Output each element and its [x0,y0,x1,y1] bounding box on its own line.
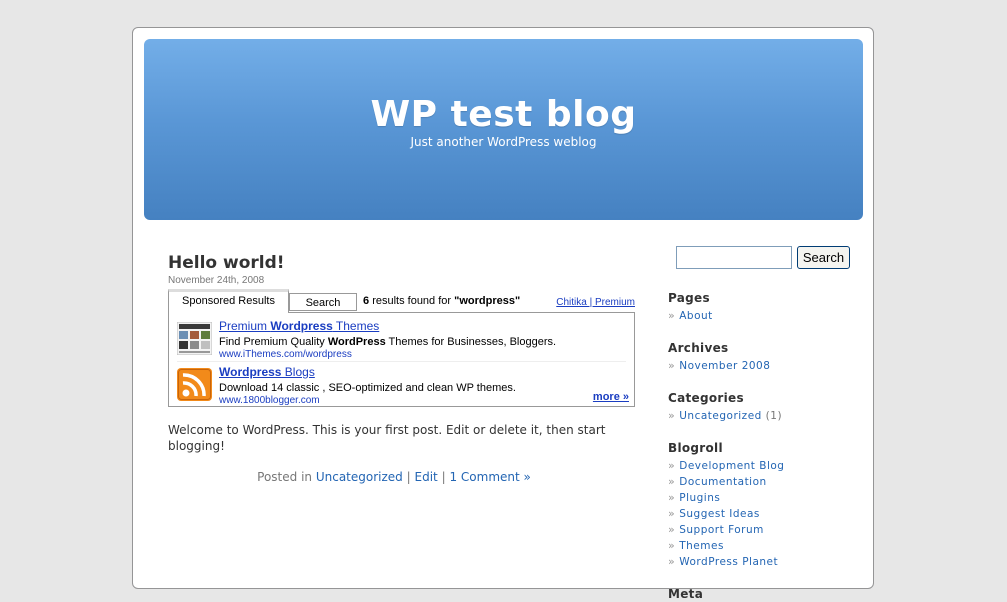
ad-more-link[interactable]: more » [593,391,629,403]
blogroll-link[interactable]: Suggest Ideas [679,508,760,520]
separator: | [406,470,411,484]
post-title[interactable]: Hello world! [168,252,638,274]
ad-url[interactable]: www.iThemes.com/wordpress [219,349,352,360]
ad-query: "wordpress" [454,295,521,307]
list-item: Documentation [668,474,858,490]
edit-link[interactable]: Edit [415,470,438,484]
tab-search[interactable]: Search [289,293,357,311]
blogroll-link[interactable]: WordPress Planet [679,556,778,568]
list-item: About [668,308,858,324]
ad-description: Find Premium Quality WordPress Themes fo… [219,336,557,348]
post-body: Welcome to WordPress. This is your first… [168,423,606,453]
chitika-link[interactable]: Chitika | Premium [556,297,635,308]
widget-pages: Pages About [668,290,858,324]
ad-description: Download 14 classic , SEO-optimized and … [219,382,516,394]
blogroll-link[interactable]: Documentation [679,476,766,488]
comments-link[interactable]: 1 Comment » [449,470,530,484]
widget-title: Pages [668,291,710,305]
list-item: Uncategorized (1) [668,408,858,424]
blogroll-link[interactable]: Development Blog [679,460,784,472]
sidebar: Search Pages About Archives November 200… [668,246,858,602]
list-item: Themes [668,538,858,554]
ad-item[interactable]: Premium Wordpress Themes Find Premium Qu… [177,316,626,360]
widget-title: Categories [668,391,744,405]
separator: | [441,470,446,484]
sponsored-ad-unit: Sponsored Results Search 6 results found… [168,289,635,407]
widget-title: Meta [668,587,704,601]
website-thumbnail-icon [177,322,212,355]
tab-sponsored-results[interactable]: Sponsored Results [168,289,289,313]
search-form: Search [668,246,858,270]
blogroll-link[interactable]: Themes [679,540,724,552]
rss-feed-icon [177,368,212,401]
main-content: Hello world! November 24th, 2008 Sponsor… [168,252,638,484]
posted-in-label: Posted in [257,470,313,484]
search-input[interactable] [676,246,792,269]
page-container: WP test blog Just another WordPress webl… [132,27,874,601]
page-link-about[interactable]: About [679,310,713,322]
list-item: Plugins [668,490,858,506]
widget-meta: Meta [668,586,858,602]
ad-title-link[interactable]: Premium Wordpress Themes [219,319,379,333]
category-count: (1) [765,410,783,422]
widget-blogroll: Blogroll Development Blog Documentation … [668,440,858,570]
blog-title[interactable]: WP test blog [144,39,863,138]
category-link[interactable]: Uncategorized [679,410,762,422]
post-date: November 24th, 2008 [168,275,265,286]
list-item: November 2008 [668,358,858,374]
category-link[interactable]: Uncategorized [316,470,403,484]
blog-header: WP test blog Just another WordPress webl… [144,39,863,220]
widget-title: Archives [668,341,729,355]
widget-title: Blogroll [668,441,723,455]
list-item: WordPress Planet [668,554,858,570]
search-button[interactable]: Search [797,246,850,269]
ad-title-link[interactable]: Wordpress Blogs [219,365,315,379]
post-meta: Posted in Uncategorized | Edit | 1 Comme… [168,470,620,484]
list-item: Suggest Ideas [668,506,858,522]
widget-categories: Categories Uncategorized (1) [668,390,858,424]
widget-archives: Archives November 2008 [668,340,858,374]
ad-count-number: 6 [363,295,370,307]
blogroll-link[interactable]: Support Forum [679,524,764,536]
ad-url[interactable]: www.1800blogger.com [219,395,320,406]
blog-description: Just another WordPress weblog [410,135,597,149]
blogroll-link[interactable]: Plugins [679,492,720,504]
ad-results-box: Premium Wordpress Themes Find Premium Qu… [168,312,635,407]
ad-results-count: 6 results found for "wordpress" [363,295,520,307]
list-item: Support Forum [668,522,858,538]
ad-count-text: results found for [372,295,452,307]
ad-item[interactable]: Wordpress Blogs Download 14 classic , SE… [177,361,626,406]
archive-link[interactable]: November 2008 [679,360,770,372]
list-item: Development Blog [668,458,858,474]
